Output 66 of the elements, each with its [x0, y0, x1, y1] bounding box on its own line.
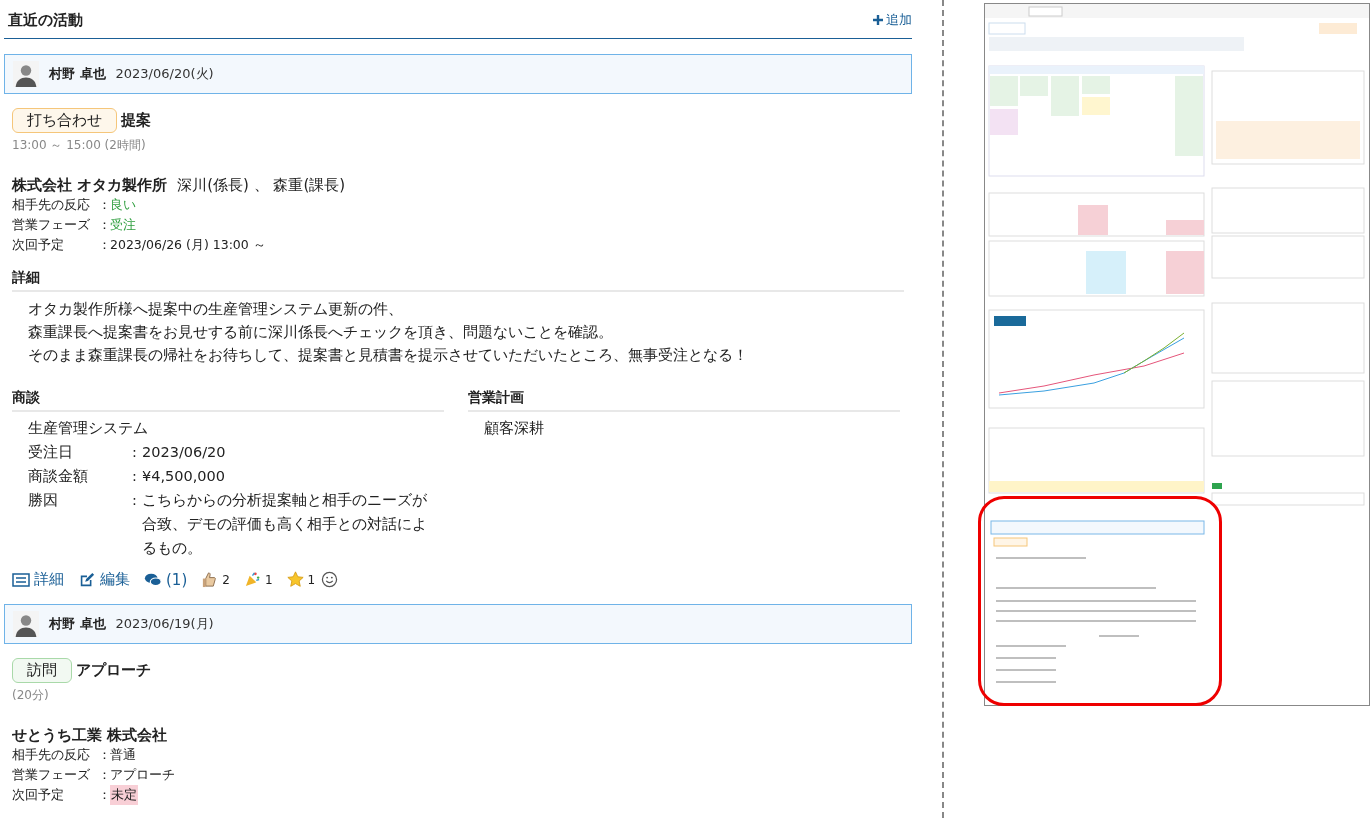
thumbs-up-icon[interactable] — [201, 571, 219, 588]
edit-link[interactable]: 編集 — [78, 570, 130, 589]
reaction-count: 1 — [307, 572, 316, 587]
speech-bubbles-icon[interactable] — [144, 571, 162, 588]
plan-heading: 営業計画 — [468, 389, 900, 412]
activity-type-tag: 打ち合わせ — [12, 108, 117, 133]
field-value: 2023/06/26 (月) 13:00 ～ — [110, 236, 266, 254]
field-separator: : — [132, 467, 138, 486]
activity-date: 2023/06/19(月) — [115, 615, 214, 633]
pencil-square-icon[interactable] — [78, 571, 96, 588]
section-title: 直近の活動 — [8, 10, 83, 30]
field-label: 相手先の反応 — [12, 746, 91, 764]
details-heading: 詳細 — [12, 269, 904, 292]
field-label: 次回予定 — [12, 786, 65, 804]
field-value: 受注 — [110, 216, 136, 234]
field-separator: : — [132, 491, 138, 510]
avatar-icon — [13, 59, 39, 89]
reaction-count: 2 — [222, 572, 230, 587]
field-separator: ： — [98, 236, 110, 254]
activity-type-tag: 訪問 — [12, 658, 72, 683]
deal-name: 生産管理システム — [28, 419, 149, 438]
field-separator: : — [132, 443, 138, 462]
avatar-icon — [13, 609, 39, 639]
activity-title: 提案 — [121, 111, 151, 130]
details-text: そのまま森重課長の帰社をお待ちして、提案書と見積書を提示させていただいたところ、無事受注となる！ — [28, 346, 749, 365]
deal-field-label: 商談金額 — [28, 467, 89, 486]
deal-field-value: ¥4,500,000 — [142, 467, 227, 486]
plan-value: 顧客深耕 — [483, 419, 545, 438]
field-label: 営業フェーズ — [12, 216, 91, 234]
details-text: 森重課長へ提案書をお見せする前に深川係長へチェックを頂き、問題ないことを確認。 — [28, 323, 614, 342]
field-value: アプローチ — [110, 766, 175, 784]
reaction-count: 1 — [264, 572, 273, 587]
field-separator: ： — [98, 786, 110, 804]
field-separator: ： — [98, 196, 110, 214]
field-value: 未定 — [110, 785, 138, 805]
deal-field-label: 勝因 — [28, 491, 59, 510]
party-popper-icon[interactable] — [243, 571, 261, 588]
field-separator: ： — [98, 746, 110, 764]
star-icon[interactable] — [286, 571, 304, 588]
field-label: 次回予定 — [12, 236, 65, 254]
activity-time: 13:00 ～ 15:00 (2時間) — [12, 137, 147, 154]
add-reaction-smiley-icon[interactable] — [321, 571, 339, 588]
comments-link[interactable]: (1) — [144, 570, 188, 589]
author-name: 村野 卓也 — [49, 65, 106, 83]
plus-icon[interactable] — [872, 14, 884, 26]
field-label: 相手先の反応 — [12, 196, 91, 214]
deal-field-label: 受注日 — [28, 443, 74, 462]
deal-heading: 商談 — [12, 389, 444, 412]
company-name: せとうち工業 株式会社 — [12, 726, 168, 745]
deal-field-value: 2023/06/20 — [142, 443, 227, 462]
activity-date: 2023/06/20(火) — [115, 65, 214, 83]
field-value: 普通 — [110, 746, 136, 764]
contact-names: 深川(係長) 、 森重(課長) — [177, 176, 346, 195]
company-name: 株式会社 オタカ製作所 — [12, 176, 168, 195]
add-link[interactable]: 追加 — [872, 11, 912, 29]
author-name: 村野 卓也 — [49, 615, 106, 633]
field-separator: ： — [98, 216, 110, 234]
details-text: オタカ製作所様へ提案中の生産管理システム更新の件、 — [28, 300, 404, 319]
field-value: 良い — [110, 196, 136, 214]
activity-title: アプローチ — [76, 661, 151, 680]
list-icon[interactable] — [12, 571, 30, 588]
deal-field-value: こちらからの分析提案軸と相手のニーズが合致、デモの評価も高く相手との対話によるもの。 — [142, 491, 428, 558]
field-separator: ： — [98, 766, 110, 784]
activity-time: (20分) — [12, 687, 50, 704]
detail-link[interactable]: 詳細 — [12, 570, 64, 589]
field-label: 営業フェーズ — [12, 766, 91, 784]
